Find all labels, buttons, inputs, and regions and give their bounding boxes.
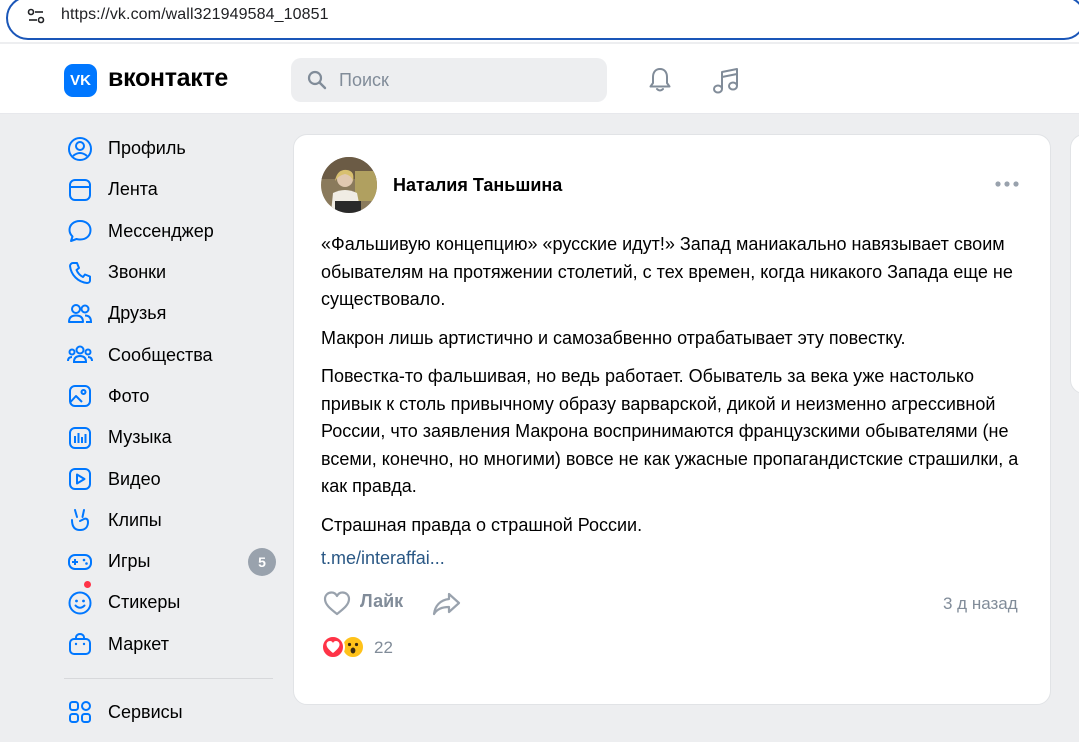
heart-reaction-icon[interactable] [321, 635, 345, 659]
sidebar-item-label: Сообщества [108, 344, 213, 365]
wall-post-card: Наталия Таньшина «Фальшивую концепцию» «… [293, 134, 1051, 705]
like-heart-icon[interactable] [322, 589, 352, 617]
post-paragraph: Макрон лишь артистично и самозабвенно от… [321, 327, 906, 348]
like-button[interactable]: Лайк [360, 591, 403, 612]
url-text[interactable]: https://vk.com/wall321949584_10851 [61, 6, 329, 24]
sidebar-item-label: Фото [108, 385, 150, 406]
clips-icon [71, 509, 90, 532]
reactions-count[interactable]: 22 [374, 638, 393, 658]
post-external-link[interactable]: t.me/interaffai... [321, 548, 445, 569]
sidebar-item-video[interactable]: Видео [64, 458, 276, 499]
sidebar-item-label: Профиль [108, 138, 186, 159]
sidebar-item-stickers[interactable]: Стикеры [64, 580, 276, 623]
post-paragraph: Страшная правда о страшной России. [321, 514, 643, 535]
messenger-icon [68, 220, 92, 243]
sidebar-item-label: Сервисы [108, 701, 183, 722]
post-timestamp[interactable]: 3 д назад [943, 594, 1018, 614]
sidebar-item-messenger[interactable]: Мессенджер [64, 211, 276, 252]
stickers-new-dot [83, 580, 92, 590]
sidebar-item-label: Стикеры [108, 592, 181, 613]
music-player-icon[interactable] [711, 66, 741, 96]
sidebar-item-label: Лента [108, 179, 158, 200]
address-bar[interactable]: https://vk.com/wall321949584_10851 [6, 0, 1079, 40]
sidebar-divider [64, 678, 273, 679]
sidebar-item-label: Музыка [108, 427, 172, 448]
services-grid-icon [69, 701, 91, 723]
sidebar-item-label: Мессенджер [108, 220, 214, 241]
feed-icon [69, 178, 91, 201]
sidebar-item-label: Звонки [108, 262, 167, 283]
author-avatar[interactable] [321, 157, 377, 213]
sidebar-item-services[interactable]: Сервисы [64, 692, 276, 732]
search-icon [307, 70, 327, 90]
sidebar-item-label: Маркет [108, 633, 169, 654]
sidebar-item-games[interactable]: Игры 5 [64, 541, 276, 582]
sidebar-item-label: Клипы [108, 509, 162, 530]
music-icon [69, 426, 91, 449]
sidebar-item-market[interactable]: Маркет [64, 624, 276, 665]
notifications-bell-icon[interactable] [646, 66, 674, 94]
sidebar-item-feed[interactable]: Лента [64, 169, 276, 210]
search-input[interactable] [339, 70, 589, 91]
post-author-name[interactable]: Наталия Таньшина [393, 175, 562, 196]
post-paragraph: «Фальшивую концепцию» «русские идут!» За… [321, 234, 1013, 309]
sidebar-item-music[interactable]: Музыка [64, 417, 276, 458]
video-icon [69, 468, 91, 491]
vk-header: VK вконтакте [0, 44, 1079, 114]
left-sidebar-nav: Профиль Лента Мессенджер Звонки Друзья С… [64, 128, 276, 665]
sidebar-item-clips[interactable]: Клипы [64, 500, 276, 541]
site-info-icon[interactable] [26, 6, 46, 26]
post-text: «Фальшивую концепцию» «русские идут!» За… [321, 231, 1021, 550]
games-count-badge: 5 [248, 547, 276, 576]
communities-icon [67, 345, 93, 364]
vk-logo-text[interactable]: вконтакте [108, 64, 228, 93]
photo-icon [69, 385, 91, 408]
sidebar-item-profile[interactable]: Профиль [64, 128, 276, 169]
sidebar-item-label: Игры [108, 551, 151, 572]
games-icon [68, 553, 92, 570]
search-box[interactable] [291, 58, 607, 102]
share-icon[interactable] [431, 589, 463, 617]
market-icon [69, 633, 91, 656]
sidebar-item-label: Видео [108, 468, 161, 489]
sidebar-item-calls[interactable]: Звонки [64, 252, 276, 293]
friends-icon [68, 303, 93, 323]
sidebar-item-communities[interactable]: Сообщества [64, 334, 276, 375]
avatar-image [321, 157, 377, 213]
phone-icon [69, 261, 91, 284]
right-side-panel [1070, 134, 1079, 394]
sidebar-item-photo[interactable]: Фото [64, 376, 276, 417]
more-options-icon[interactable] [994, 179, 1020, 189]
post-paragraph: Повестка-то фальшивая, но ведь работает.… [321, 366, 1019, 496]
stickers-icon [68, 591, 92, 615]
profile-icon [68, 136, 92, 161]
sidebar-item-friends[interactable]: Друзья [64, 293, 276, 334]
sidebar-item-label: Друзья [108, 303, 167, 324]
vk-logo-icon[interactable]: VK [64, 64, 97, 97]
browser-toolbar: https://vk.com/wall321949584_10851 [0, 0, 1079, 42]
